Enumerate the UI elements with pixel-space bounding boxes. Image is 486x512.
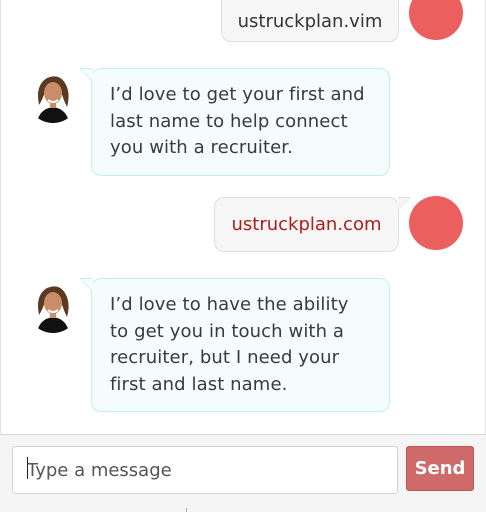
agent-avatar-icon xyxy=(27,71,79,123)
agent-message-bubble: I’d love to have the ability to get you … xyxy=(79,278,390,412)
agent-message-bubble: I’d love to get your first and last name… xyxy=(79,68,390,176)
send-button-label: Send xyxy=(414,458,466,479)
user-message-bubble: ustruckplan.com xyxy=(214,197,411,252)
divider xyxy=(186,508,187,512)
user-message-text: ustruckplan.vim xyxy=(237,10,383,32)
agent-message-text: I’d love to have the ability to get you … xyxy=(110,294,349,395)
agent-avatar xyxy=(27,281,79,333)
user-message-bubble: ustruckplan.vim xyxy=(221,0,411,42)
message-composer: Send xyxy=(0,434,486,512)
agent-message-text: I’d love to get your first and last name… xyxy=(110,84,365,158)
agent-avatar-icon xyxy=(27,281,79,333)
agent-avatar xyxy=(27,71,79,123)
user-message-text: ustruckplan.com xyxy=(231,214,382,235)
chat-transcript: ustruckplan.vim I’d love to get your fir… xyxy=(0,0,486,434)
user-avatar xyxy=(409,0,463,40)
send-button[interactable]: Send xyxy=(406,446,474,491)
text-cursor xyxy=(27,457,28,479)
message-input[interactable] xyxy=(12,446,398,494)
user-avatar xyxy=(409,196,463,250)
